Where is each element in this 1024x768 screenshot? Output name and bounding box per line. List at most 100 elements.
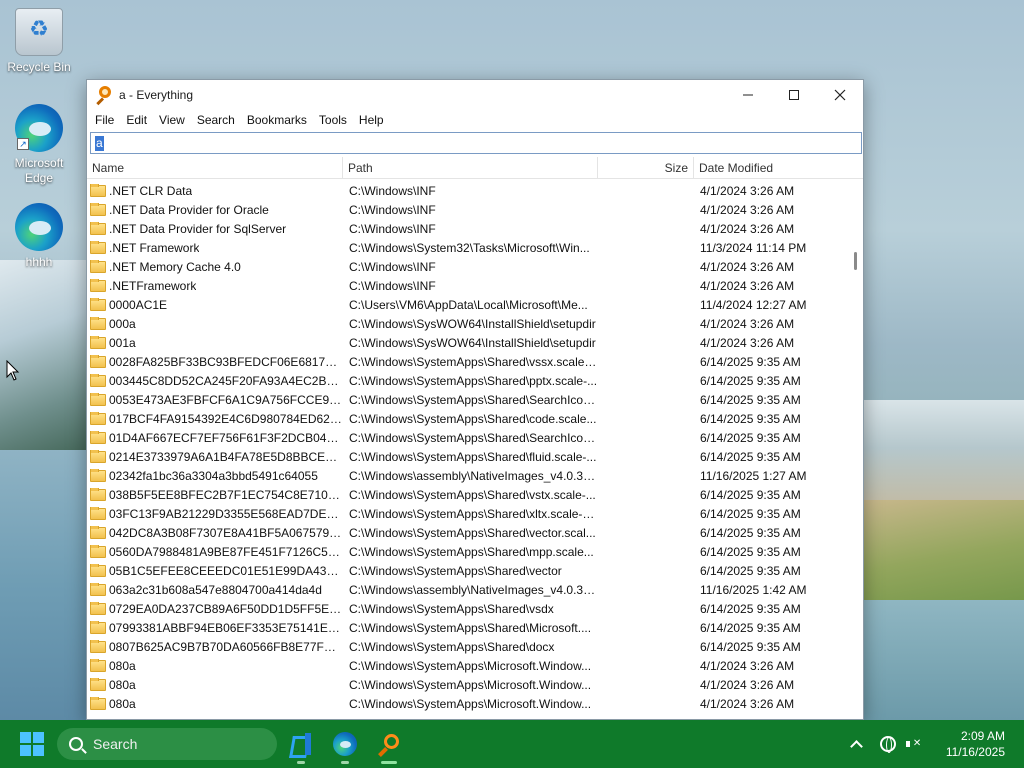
column-header-path[interactable]: Path	[343, 157, 598, 179]
table-row[interactable]: 0560DA7988481A9BE87FE451F7126C5A59A... C:…	[87, 542, 849, 561]
wallpaper-lake	[0, 450, 90, 720]
show-hidden-icons-chevron-icon[interactable]	[850, 738, 862, 750]
cell-date-modified: 6/14/2025 9:35 AM	[700, 354, 801, 369]
table-row[interactable]: 02342fa1bc36a3304a3bbd5491c64055 C:\Windo…	[87, 466, 849, 485]
network-globe-icon[interactable]	[879, 736, 896, 753]
column-header-date-modified[interactable]: Date Modified	[694, 157, 849, 179]
edge-icon	[333, 732, 357, 756]
cell-path: C:\Windows\SystemApps\Shared\SearchIcon.…	[349, 392, 598, 407]
folder-icon	[90, 183, 106, 197]
file-name: 080a	[109, 677, 136, 692]
vertical-scrollbar[interactable]	[849, 179, 863, 712]
table-row[interactable]: 003445C8DD52CA245F20FA93A4EC2B1487... C:\…	[87, 371, 849, 390]
table-row[interactable]: 063a2c31b608a547e8804700a414da4d C:\Windo…	[87, 580, 849, 599]
file-name: 0560DA7988481A9BE87FE451F7126C5A59A...	[109, 544, 343, 559]
taskbar-app-edge[interactable]	[329, 728, 361, 764]
cell-path: C:\Windows\SystemApps\Shared\docx	[349, 639, 555, 654]
table-row[interactable]: 080a C:\Windows\SystemApps\Microsoft.Wind…	[87, 675, 849, 694]
table-row[interactable]: .NET Framework C:\Windows\System32\Tasks\…	[87, 238, 849, 257]
taskbar-app-vscode[interactable]	[285, 728, 317, 764]
table-row[interactable]: .NET Data Provider for Oracle C:\Windows\…	[87, 200, 849, 219]
cell-path: C:\Windows\SystemApps\Shared\fluid.scale…	[349, 449, 597, 464]
column-header-name[interactable]: Name	[87, 157, 343, 179]
table-row[interactable]: 05B1C5EFEE8CEEEDC01E51E99DA435D9DD... C:\…	[87, 561, 849, 580]
file-name: 0807B625AC9B7B70DA60566FB8E77FF7EE...	[109, 639, 343, 654]
desktop-icon-hhhh[interactable]: hhhh	[1, 203, 77, 270]
cell-date-modified: 6/14/2025 9:35 AM	[700, 506, 801, 521]
menu-search[interactable]: Search	[191, 109, 241, 131]
table-row[interactable]: 0028FA825BF33BC93BFEDCF06E68179E1E1... C:…	[87, 352, 849, 371]
mouse-cursor-icon	[6, 360, 20, 381]
folder-icon	[90, 601, 106, 615]
close-icon	[834, 89, 846, 100]
folder-icon	[90, 487, 106, 501]
taskbar-app-everything[interactable]	[373, 728, 405, 764]
taskbar-search-label: Search	[93, 736, 138, 752]
table-row[interactable]: .NETFramework C:\Windows\INF 4/1/2024 3:26…	[87, 276, 849, 295]
table-row[interactable]: 000a C:\Windows\SysWOW64\InstallShield\se…	[87, 314, 849, 333]
cell-date-modified: 4/1/2024 3:26 AM	[700, 221, 795, 236]
desktop-icon-recycle-bin[interactable]: ♻ Recycle Bin	[1, 8, 77, 75]
file-name: 063a2c31b608a547e8804700a414da4d	[109, 582, 322, 597]
menu-edit[interactable]: Edit	[120, 109, 153, 131]
menu-help[interactable]: Help	[353, 109, 390, 131]
menu-view[interactable]: View	[153, 109, 191, 131]
table-row[interactable]: 03FC13F9AB21229D3355E568EAD7DE2A12... C:\…	[87, 504, 849, 523]
search-input[interactable]: a	[90, 132, 862, 154]
table-row[interactable]: .NET CLR Data C:\Windows\INF 4/1/2024 3:26…	[87, 181, 849, 200]
table-row[interactable]: 0053E473AE3FBFCF6A1C9A756FCCE9B29A... C:\…	[87, 390, 849, 409]
cell-date-modified: 6/14/2025 9:35 AM	[700, 601, 801, 616]
window-title: a - Everything	[119, 87, 194, 102]
table-row[interactable]: 0729EA0DA237CB89A6F50DD1D5FF5E1E55... C:\…	[87, 599, 849, 618]
table-row[interactable]: 080a C:\Windows\SystemApps\Microsoft.Wind…	[87, 694, 849, 712]
menu-file[interactable]: File	[89, 109, 120, 131]
cell-name: 0000AC1E	[87, 297, 343, 312]
table-row[interactable]: 080a C:\Windows\SystemApps\Microsoft.Wind…	[87, 656, 849, 675]
folder-icon	[90, 544, 106, 558]
maximize-button[interactable]	[771, 80, 817, 109]
volume-muted-icon[interactable]	[905, 737, 922, 751]
scrollbar-thumb[interactable]	[854, 252, 857, 270]
table-row[interactable]: 0807B625AC9B7B70DA60566FB8E77FF7EE... C:\…	[87, 637, 849, 656]
menu-tools[interactable]: Tools	[313, 109, 353, 131]
folder-icon	[90, 525, 106, 539]
cell-date-modified: 6/14/2025 9:35 AM	[700, 563, 801, 578]
table-row[interactable]: 042DC8A3B08F7307E8A41BF5A0675792251... C:…	[87, 523, 849, 542]
taskbar-search[interactable]: Search	[57, 728, 277, 760]
folder-icon	[90, 392, 106, 406]
table-row[interactable]: 07993381ABBF94EB06EF3353E75141E75542... C…	[87, 618, 849, 637]
file-name: 02342fa1bc36a3304a3bbd5491c64055	[109, 468, 318, 483]
folder-icon	[90, 297, 106, 311]
start-button[interactable]	[20, 732, 44, 756]
table-row[interactable]: 0000AC1E C:\Users\VM6\AppData\Local\Micro…	[87, 295, 849, 314]
table-row[interactable]: .NET Memory Cache 4.0 C:\Windows\INF 4/1/2…	[87, 257, 849, 276]
cell-path: C:\Windows\INF	[349, 202, 436, 217]
menu-bookmarks[interactable]: Bookmarks	[241, 109, 313, 131]
table-row[interactable]: 0214E3733979A6A1B4FA78E5D8BBCE753A... C:\…	[87, 447, 849, 466]
cell-path: C:\Windows\SystemApps\Shared\xltx.scale-…	[349, 506, 598, 521]
desktop-icon-edge[interactable]: ↗ Microsoft Edge	[1, 104, 77, 186]
file-name: .NET CLR Data	[109, 183, 193, 198]
cell-name: 0729EA0DA237CB89A6F50DD1D5FF5E1E55...	[87, 601, 343, 616]
title-bar[interactable]: a - Everything	[87, 80, 863, 109]
folder-icon	[90, 563, 106, 577]
edge-icon	[15, 203, 63, 251]
cell-name: .NET Data Provider for SqlServer	[87, 221, 343, 236]
close-button[interactable]	[817, 80, 863, 109]
file-name: 0053E473AE3FBFCF6A1C9A756FCCE9B29A...	[109, 392, 343, 407]
table-row[interactable]: 017BCF4FA9154392E4C6D980784ED629E01... C:…	[87, 409, 849, 428]
table-row[interactable]: 001a C:\Windows\SysWOW64\InstallShield\se…	[87, 333, 849, 352]
taskbar: Search 2:09 AM 11/16/2025	[0, 720, 1024, 768]
cell-name: 0807B625AC9B7B70DA60566FB8E77FF7EE...	[87, 639, 343, 654]
cell-date-modified: 6/14/2025 9:35 AM	[700, 525, 801, 540]
table-row[interactable]: .NET Data Provider for SqlServer C:\Windo…	[87, 219, 849, 238]
minimize-button[interactable]	[725, 80, 771, 109]
table-row[interactable]: 038B5F5EE8BFEC2B7F1EC754C8E7108FB6D... C:…	[87, 485, 849, 504]
cell-name: 0214E3733979A6A1B4FA78E5D8BBCE753A...	[87, 449, 343, 464]
cell-date-modified: 6/14/2025 9:35 AM	[700, 544, 801, 559]
table-row[interactable]: 01D4AF667ECF7EF756F61F3F2DCB04EF60C... C:…	[87, 428, 849, 447]
clock[interactable]: 2:09 AM 11/16/2025	[946, 728, 1005, 760]
cell-path: C:\Windows\SysWOW64\InstallShield\setupd…	[349, 316, 596, 331]
file-name: 038B5F5EE8BFEC2B7F1EC754C8E7108FB6D...	[109, 487, 343, 502]
column-header-size[interactable]: Size	[598, 157, 694, 179]
